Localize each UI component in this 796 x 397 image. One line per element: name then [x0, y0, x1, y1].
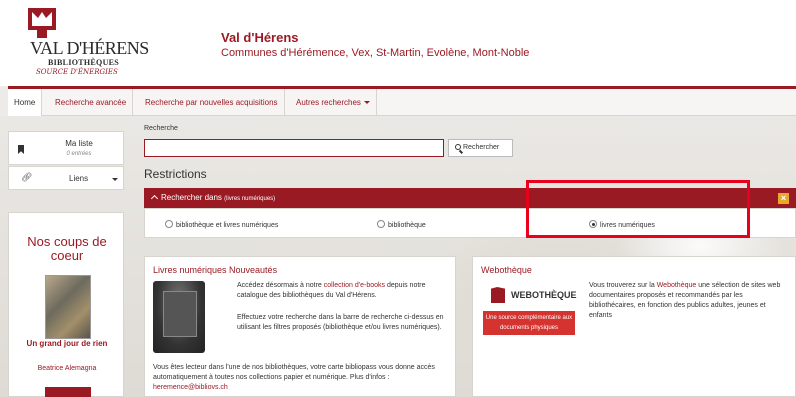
ebooks-paragraph-2: Effectuez votre recherche dans la barre …: [237, 314, 444, 331]
webotheque-logo-banner: Une source complémentaire aux documents …: [483, 311, 575, 335]
logo-brand-text: VAL D'HÉRENS: [30, 38, 149, 58]
webotheque-logo-word: WEBOTHÈQUE: [511, 290, 577, 300]
ebooks-text: Vous êtes lecteur dans l'une de nos bibl…: [153, 364, 435, 381]
webotheque-mark-icon: [491, 287, 505, 303]
bookmark-icon: [18, 145, 24, 154]
highlight-annotation: [526, 180, 750, 238]
favorites-title: Nos coups de coeur: [27, 234, 107, 263]
links-dropdown[interactable]: 🔗︎ Liens: [8, 166, 124, 190]
book-author[interactable]: Beatrice Alemagna: [9, 365, 125, 372]
search-in-scope: (livres numériques): [224, 196, 276, 202]
my-list-button[interactable]: Ma liste 0 entrées: [8, 131, 124, 165]
chevron-up-icon: [150, 194, 159, 203]
nav-home[interactable]: Home: [8, 89, 43, 116]
main-navbar: Home Recherche avancée Recherche par nou…: [8, 89, 796, 116]
search-label: Recherche: [144, 125, 178, 132]
my-list-count: 0 entrées: [66, 151, 92, 157]
site-header: VAL D'HÉRENS BIBLIOTHÈQUES SOURCE D'ÉNER…: [0, 0, 796, 86]
ebooks-paragraph-1: Accédez désormais à notre collection d'e…: [237, 281, 449, 301]
nav-other-searches[interactable]: Autres recherches: [290, 89, 377, 116]
ebooks-card-title: Livres numériques Nouveautés: [153, 265, 278, 275]
search-in-label: Rechercher dans: [161, 193, 222, 202]
links-label: Liens: [69, 174, 89, 183]
webotheque-logo[interactable]: WEBOTHÈQUE Une source complémentaire aux…: [483, 281, 577, 339]
radio-library[interactable]: bibliothèque: [377, 220, 426, 229]
webotheque-card-title: Webothèque: [481, 265, 532, 275]
radio-library-and-ebooks[interactable]: bibliothèque et livres numériques: [165, 220, 278, 229]
logo-emblem-icon: [28, 8, 56, 38]
my-list-title: Ma liste: [65, 139, 93, 148]
nav-other-searches-label: Autres recherches: [296, 98, 361, 107]
radio-circle: [377, 220, 385, 228]
link-icon: 🔗︎: [21, 172, 33, 182]
search-input[interactable]: [144, 139, 444, 157]
chevron-down-icon: [363, 101, 370, 105]
logo-brand-tagline: SOURCE D'ÉNERGIES: [36, 68, 118, 76]
radio-label: bibliothèque: [388, 222, 426, 229]
book-cover-image[interactable]: [45, 275, 91, 339]
webotheque-text: Vous trouverez sur la: [589, 282, 657, 289]
webotheque-paragraph: Vous trouverez sur la Webothèque une sél…: [589, 281, 789, 321]
ebooks-collection-link[interactable]: collection d'e-books: [324, 282, 385, 289]
radio-label: bibliothèque et livres numériques: [176, 222, 279, 229]
ebooks-news-card: Livres numériques Nouveautés Accédez dés…: [144, 256, 456, 397]
book-title-link[interactable]: Un grand jour de rien: [9, 338, 125, 349]
nav-new-acquisitions-label: Recherche par nouvelles acquisitions: [145, 98, 278, 107]
logo-brand-sub: BIBLIOTHÈQUES: [48, 58, 120, 67]
nav-new-acquisitions[interactable]: Recherche par nouvelles acquisitions: [139, 89, 285, 116]
search-button[interactable]: Rechercher: [448, 139, 513, 157]
favorites-panel: Nos coups de coeur Un grand jour de rien…: [8, 212, 124, 397]
book-cover-image-2[interactable]: [45, 387, 91, 397]
nav-advanced-search[interactable]: Recherche avancée: [49, 89, 134, 116]
ebooks-text: Accédez désormais à notre: [237, 282, 324, 289]
email-link[interactable]: heremence@bibliovs.ch: [153, 384, 228, 391]
search-button-label: Rechercher: [463, 144, 500, 151]
site-title: Val d'Hérens: [221, 30, 299, 45]
chevron-down-icon: [112, 178, 118, 181]
ereader-image: [153, 281, 205, 353]
radio-circle: [165, 220, 173, 228]
search-icon: [455, 144, 461, 150]
restrictions-heading: Restrictions: [144, 167, 207, 181]
site-subtitle: Communes d'Hérémence, Vex, St-Martin, Ev…: [221, 47, 530, 59]
library-logo[interactable]: VAL D'HÉRENS BIBLIOTHÈQUES SOURCE D'ÉNER…: [20, 8, 180, 80]
webotheque-card: Webothèque WEBOTHÈQUE Une source complém…: [472, 256, 796, 397]
ebooks-paragraph-3: Vous êtes lecteur dans l'une de nos bibl…: [153, 363, 449, 393]
webotheque-link[interactable]: Webothèque: [657, 282, 697, 289]
close-icon[interactable]: ×: [778, 193, 789, 204]
